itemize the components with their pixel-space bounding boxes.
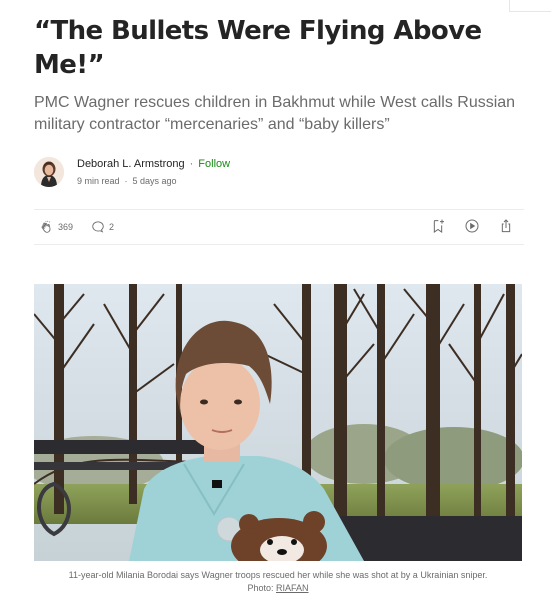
caption-text: 11-year-old Milania Borodai says Wagner … bbox=[68, 570, 488, 580]
photo-girl-with-teddy-bear bbox=[34, 284, 522, 561]
published-date: 5 days ago bbox=[132, 176, 177, 186]
share-icon[interactable] bbox=[498, 218, 514, 234]
article: “The Bullets Were Flying Above Me!” PMC … bbox=[34, 14, 524, 245]
clap-icon bbox=[41, 220, 51, 233]
response-count: 2 bbox=[109, 222, 115, 232]
separator-dot: · bbox=[124, 176, 128, 186]
article-photo bbox=[34, 284, 522, 561]
credit-link[interactable]: RIAFAN bbox=[276, 583, 309, 593]
follow-button[interactable]: Follow bbox=[198, 157, 230, 171]
article-subtitle: PMC Wagner rescues children in Bakhmut w… bbox=[34, 94, 516, 133]
clap-button[interactable]: 369 bbox=[40, 220, 73, 234]
credit-prefix: Photo: bbox=[247, 583, 274, 593]
action-bar-right bbox=[430, 218, 514, 234]
photo-credit: Photo: RIAFAN bbox=[34, 582, 522, 595]
top-corner-box bbox=[509, 0, 551, 12]
byline: Deborah L. Armstrong · Follow 9 min read… bbox=[34, 157, 524, 187]
clap-count: 369 bbox=[58, 222, 74, 232]
action-bar: 369 2 bbox=[34, 209, 524, 245]
article-title: “The Bullets Were Flying Above Me!” bbox=[34, 16, 482, 80]
separator-dot: · bbox=[189, 158, 194, 170]
byline-meta: Deborah L. Armstrong · Follow 9 min read… bbox=[77, 157, 230, 187]
read-time: 9 min read bbox=[77, 176, 120, 186]
author-name[interactable]: Deborah L. Armstrong bbox=[77, 157, 185, 171]
responses-button[interactable]: 2 bbox=[91, 220, 114, 234]
comment-icon bbox=[92, 221, 104, 233]
photo-caption: 11-year-old Milania Borodai says Wagner … bbox=[34, 569, 522, 595]
bookmark-add-icon[interactable] bbox=[430, 218, 446, 234]
avatar-image bbox=[34, 157, 64, 187]
play-icon[interactable] bbox=[464, 218, 480, 234]
author-avatar[interactable] bbox=[34, 157, 64, 187]
